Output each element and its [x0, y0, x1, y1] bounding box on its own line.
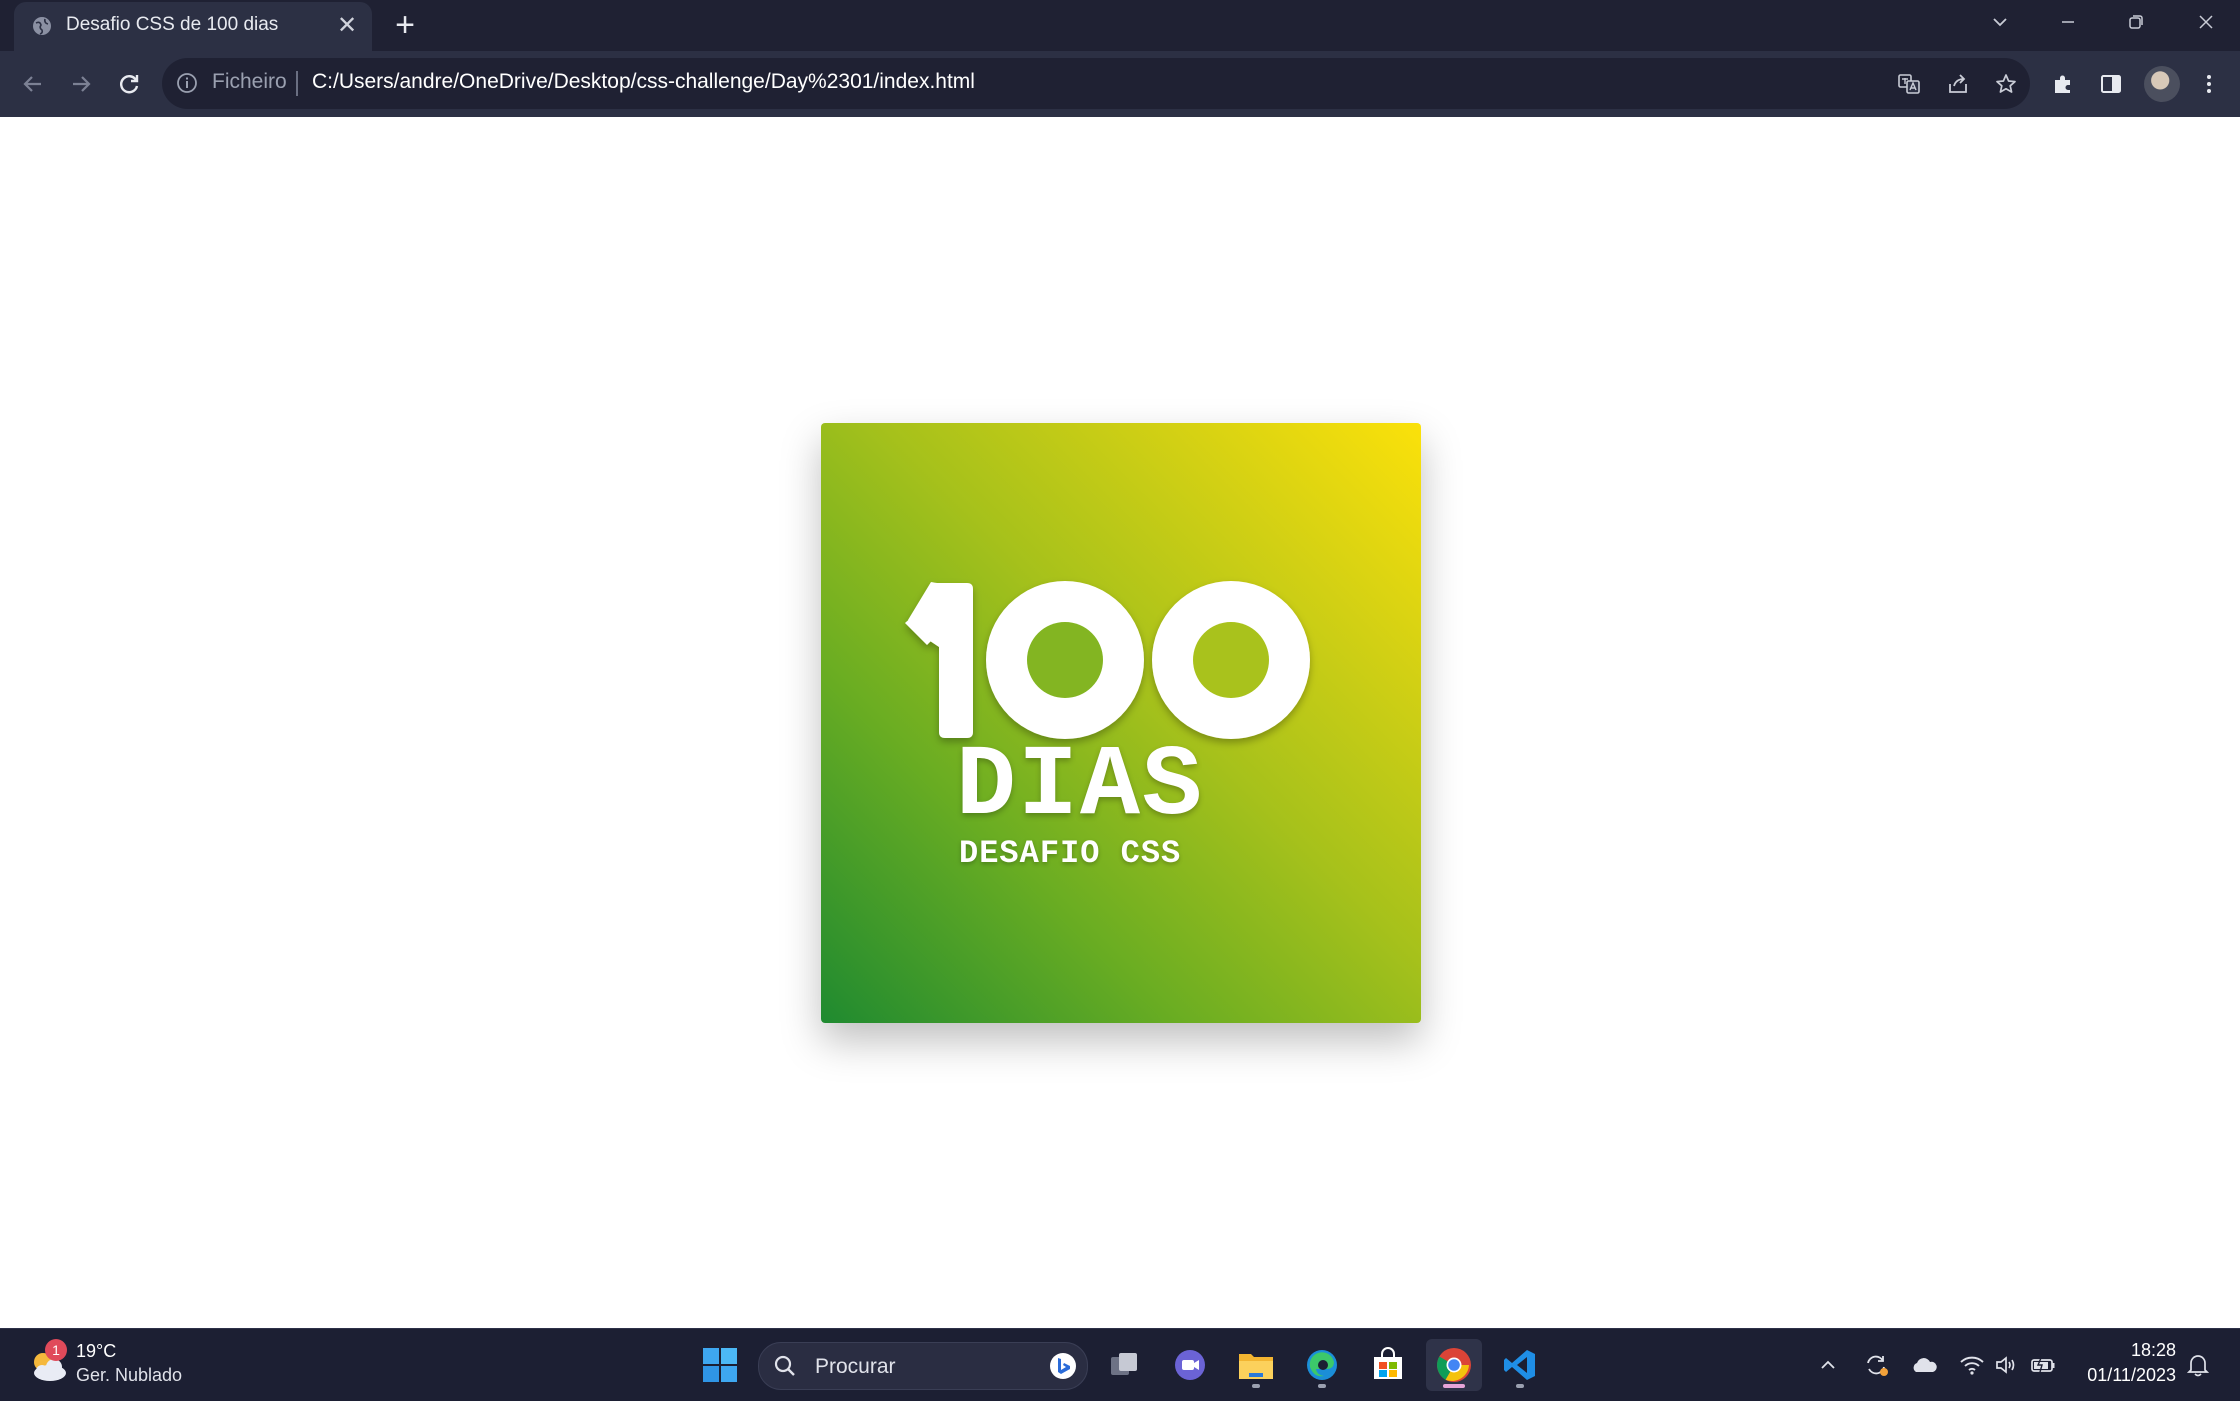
- tray-overflow-button[interactable]: [1814, 1351, 1842, 1379]
- clock-date[interactable]: 01/11/2023: [2078, 1365, 2176, 1386]
- sync-button[interactable]: [1862, 1351, 1890, 1379]
- bell-icon: [2187, 1355, 2209, 1377]
- reload-icon: [120, 75, 139, 94]
- file-explorer-button[interactable]: [1228, 1339, 1284, 1391]
- notifications-button[interactable]: [2184, 1351, 2212, 1379]
- url-scheme-label: Ficheiro: [212, 70, 287, 93]
- side-panel-button[interactable]: [2094, 67, 2128, 101]
- chrome-button[interactable]: [1426, 1339, 1482, 1391]
- weather-desc[interactable]: Ger. Nublado: [76, 1365, 182, 1386]
- edge-icon: [1307, 1350, 1337, 1380]
- weather-temp[interactable]: 19°C: [76, 1341, 116, 1362]
- cloud-icon: [1913, 1358, 1937, 1372]
- weather-badge: 1: [45, 1339, 67, 1361]
- battery-button[interactable]: [2030, 1351, 2058, 1379]
- store-icon: [1374, 1347, 1402, 1379]
- taskbar-search[interactable]: Procurar: [758, 1342, 1088, 1390]
- bookmark-button[interactable]: [1993, 71, 2019, 97]
- chrome-icon: [1437, 1348, 1471, 1382]
- minimize-button[interactable]: [2038, 4, 2098, 40]
- puzzle-icon: [2055, 75, 2070, 93]
- taskbar: 1 19°C Ger. Nublado Procurar 18:28 01/11…: [0, 1328, 2240, 1401]
- minimize-icon: [2062, 21, 2074, 23]
- more-vertical-icon: [2207, 75, 2211, 93]
- forward-button[interactable]: [64, 67, 98, 101]
- logo-100: 100: [821, 423, 1310, 739]
- url-text[interactable]: C:/Users/andre/OneDrive/Desktop/css-chal…: [312, 70, 975, 94]
- folder-icon: [1239, 1354, 1273, 1379]
- task-view-icon: [1111, 1353, 1137, 1375]
- chevron-up-icon: [1821, 1360, 1835, 1369]
- back-button[interactable]: [16, 67, 50, 101]
- close-icon: [2199, 15, 2213, 29]
- translate-button[interactable]: [1896, 71, 1922, 97]
- bing-chat-icon[interactable]: [1049, 1352, 1077, 1380]
- logo-number-text: 100: [821, 423, 823, 424]
- active-indicator: [1443, 1384, 1465, 1388]
- share-button[interactable]: [1945, 71, 1971, 97]
- search-placeholder: Procurar: [815, 1355, 896, 1378]
- store-button[interactable]: [1360, 1339, 1416, 1391]
- running-indicator: [1252, 1384, 1260, 1388]
- search-icon: [774, 1355, 795, 1376]
- translate-icon: [1898, 74, 1920, 94]
- arrow-right-icon: [73, 76, 91, 92]
- side-panel-icon: [2101, 75, 2121, 93]
- globe-icon: [33, 17, 51, 35]
- vscode-icon: [1504, 1350, 1535, 1380]
- menu-button[interactable]: [2192, 67, 2226, 101]
- edge-button[interactable]: [1294, 1339, 1350, 1391]
- tab-close-icon[interactable]: ✕: [334, 13, 360, 39]
- browser-tab-strip: Desafio CSS de 100 dias ✕ +: [0, 0, 2240, 51]
- browser-toolbar: Ficheiro C:/Users/andre/OneDrive/Desktop…: [0, 51, 2240, 118]
- page-viewport: 100 DIAS DESAFIO CSS: [0, 117, 2240, 1328]
- restore-icon: [2129, 15, 2143, 29]
- onedrive-button[interactable]: [1910, 1351, 1938, 1379]
- volume-button[interactable]: [1992, 1351, 2020, 1379]
- clock-time[interactable]: 18:28: [2130, 1340, 2176, 1361]
- address-bar[interactable]: Ficheiro C:/Users/andre/OneDrive/Desktop…: [162, 58, 2030, 109]
- close-window-button[interactable]: [2176, 4, 2236, 40]
- share-icon: [1949, 74, 1967, 93]
- challenge-card: 100 DIAS DESAFIO CSS: [821, 423, 1421, 1023]
- wifi-icon: [1960, 1356, 1984, 1375]
- running-indicator: [1318, 1384, 1326, 1388]
- vscode-button[interactable]: [1492, 1339, 1548, 1391]
- teams-chat-icon: [1175, 1350, 1205, 1380]
- extensions-button[interactable]: [2046, 67, 2080, 101]
- battery-icon: [2031, 1357, 2055, 1373]
- profile-avatar[interactable]: [2144, 66, 2180, 102]
- teams-button[interactable]: [1162, 1339, 1218, 1391]
- windows-start-icon: [703, 1348, 737, 1382]
- wifi-button[interactable]: [1958, 1351, 1986, 1379]
- tab-search-button[interactable]: [1970, 4, 2030, 40]
- logo-word: DIAS: [956, 731, 1205, 844]
- browser-tab[interactable]: Desafio CSS de 100 dias ✕: [14, 2, 372, 51]
- chevron-down-icon: [1993, 18, 2007, 27]
- new-tab-button[interactable]: +: [388, 8, 422, 42]
- star-icon: [1996, 74, 2016, 93]
- speaker-icon: [1996, 1356, 2015, 1374]
- logo-subtitle: DESAFIO CSS: [959, 835, 1182, 872]
- start-button[interactable]: [692, 1339, 748, 1391]
- info-icon[interactable]: [176, 72, 198, 94]
- arrow-left-icon: [23, 76, 41, 92]
- sync-icon: [1867, 1355, 1888, 1376]
- running-indicator: [1516, 1384, 1524, 1388]
- task-view-button[interactable]: [1096, 1339, 1152, 1391]
- reload-button[interactable]: [112, 67, 146, 101]
- restore-button[interactable]: [2106, 4, 2166, 40]
- tab-title: Desafio CSS de 100 dias: [66, 14, 279, 35]
- url-separator: [296, 71, 298, 96]
